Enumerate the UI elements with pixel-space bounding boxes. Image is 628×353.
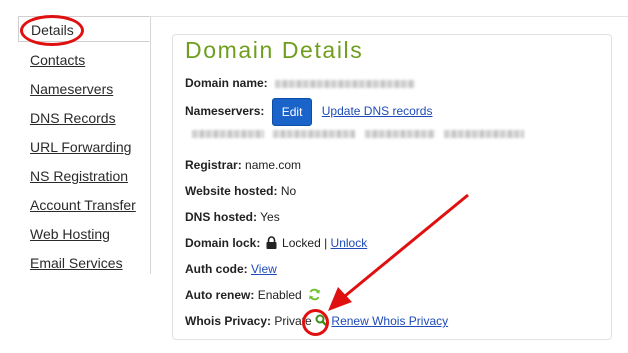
refresh-icon[interactable] [308, 288, 321, 301]
sidebar-item-dns-records[interactable]: DNS Records [30, 110, 116, 126]
lock-icon [266, 236, 277, 249]
domain-lock-label: Domain lock: [185, 236, 261, 250]
registrar-row: Registrar: name.com [185, 158, 301, 172]
view-auth-code-link[interactable]: View [251, 262, 277, 276]
auth-code-label: Auth code: [185, 262, 248, 276]
domain-lock-row: Domain lock: Locked | Unlock [185, 236, 367, 250]
details-highlight-ellipse [20, 15, 84, 46]
dns-hosted-row: DNS hosted: Yes [185, 210, 280, 224]
domain-lock-value: Locked | [282, 236, 328, 250]
sidebar-item-web-hosting[interactable]: Web Hosting [30, 226, 110, 242]
edit-button[interactable]: Edit [271, 98, 313, 126]
sidebar-item-account-transfer[interactable]: Account Transfer [30, 197, 136, 213]
website-hosted-value: No [280, 184, 297, 198]
domain-name-label: Domain name: [185, 76, 268, 90]
whois-privacy-label: Whois Privacy: [185, 314, 272, 328]
magnifier-highlight-circle [302, 309, 329, 336]
website-hosted-label: Website hosted: [185, 184, 278, 198]
sidebar-item-ns-registration[interactable]: NS Registration [30, 168, 128, 184]
sidebar-item-nameservers[interactable]: Nameservers [30, 81, 113, 97]
domain-name-value-redacted [275, 79, 416, 88]
sidebar-item-contacts[interactable]: Contacts [30, 52, 85, 68]
sidebar: Details Contacts Nameservers DNS Records… [18, 16, 151, 274]
registrar-label: Registrar: [185, 158, 242, 172]
sidebar-item-email-services[interactable]: Email Services [30, 255, 123, 271]
nameservers-list-redacted [192, 126, 525, 140]
page-title: Domain Details [185, 37, 364, 63]
nameserver-1-redacted [192, 129, 264, 138]
renew-whois-privacy-link[interactable]: Renew Whois Privacy [331, 314, 448, 328]
auto-renew-label: Auto renew: [185, 288, 255, 302]
sidebar-item-url-forwarding[interactable]: URL Forwarding [30, 139, 131, 155]
auto-renew-value: Enabled [257, 288, 302, 302]
nameservers-label: Nameservers: [185, 104, 265, 119]
update-dns-link[interactable]: Update DNS records [322, 104, 433, 118]
unlock-link[interactable]: Unlock [331, 236, 368, 250]
dns-hosted-label: DNS hosted: [185, 210, 257, 224]
auth-code-row: Auth code: View [185, 262, 277, 276]
domain-name-row: Domain name: [185, 76, 416, 90]
website-hosted-row: Website hosted: No [185, 184, 296, 198]
nameserver-2-redacted [273, 129, 356, 138]
registrar-value: name.com [245, 158, 302, 172]
dns-hosted-value: Yes [260, 210, 280, 224]
nameserver-4-redacted [444, 129, 525, 138]
nameserver-3-redacted [364, 129, 435, 138]
auto-renew-row: Auto renew: Enabled [185, 288, 321, 302]
nameservers-row: Nameservers: Edit Update DNS records [185, 98, 432, 126]
tab-strip-line [150, 16, 628, 17]
